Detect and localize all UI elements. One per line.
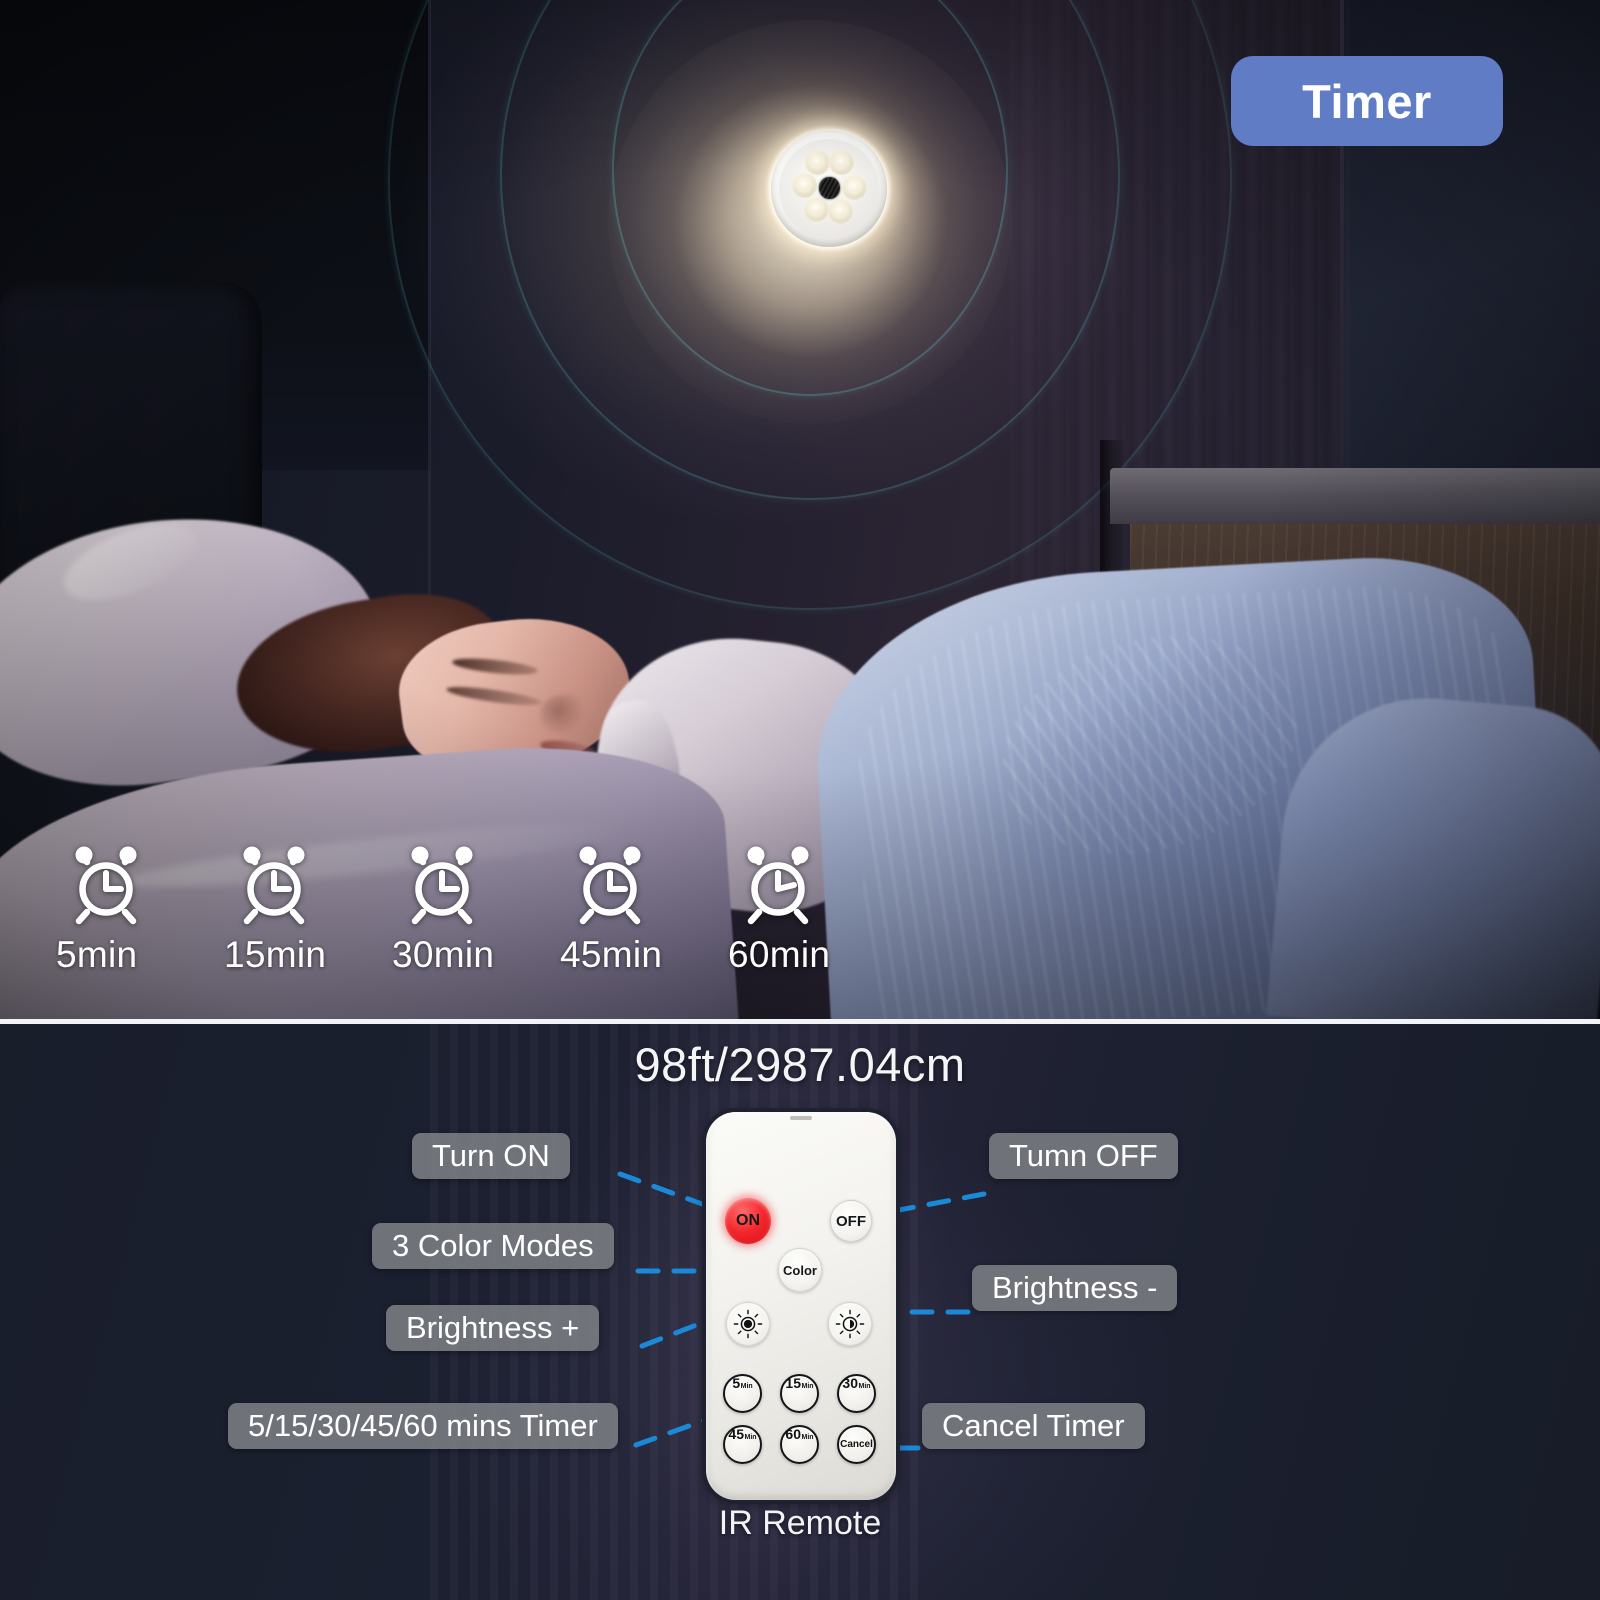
remote-timer-button-15min[interactable]: 15 Min [780, 1374, 819, 1413]
timer-preset-item: 60min [728, 845, 896, 1000]
timer-btn-num: Cancel [840, 1438, 873, 1450]
timer-btn-unit: Min [801, 1434, 814, 1441]
remote-timer-button-30min[interactable]: 30 Min [837, 1374, 876, 1413]
timer-btn-unit: Min [801, 1383, 814, 1390]
remote-brightness-up-button[interactable] [726, 1302, 770, 1346]
timer-preset-label: 45min [560, 934, 663, 975]
timer-btn-num: 45 [728, 1426, 744, 1442]
alarm-clock-icon [568, 845, 652, 925]
remote-caption: IR Remote [718, 1504, 882, 1542]
remote-brightness-down-button[interactable] [828, 1302, 872, 1346]
alarm-clock-icon [736, 845, 820, 925]
remote-timer-button-60min[interactable]: 60 Min [780, 1425, 819, 1464]
alarm-clock-icon [232, 845, 316, 925]
timer-preset-item: 15min [224, 845, 392, 1000]
timer-btn-num: 5 [732, 1375, 741, 1391]
alarm-clock-icon [64, 845, 148, 925]
timer-btn-unit: Min [740, 1383, 753, 1390]
range-title: 98ft/2987.04cm [634, 1038, 966, 1091]
alarm-clock-icon [400, 845, 484, 925]
timer-badge-label: Timer [1302, 74, 1432, 128]
timer-preset-item: 30min [392, 845, 560, 1000]
infographic-stage: Timer 5min 15min 30min 45min 60min ON OF… [0, 0, 1600, 1600]
timer-btn-num: 60 [785, 1426, 801, 1442]
timer-btn-unit: Min [858, 1383, 871, 1390]
timer-preset-label: 30min [392, 934, 495, 975]
remote-off-button[interactable]: OFF [830, 1200, 872, 1242]
timer-badge: Timer [1231, 56, 1503, 146]
timer-btn-unit: Min [744, 1434, 757, 1441]
callout-cancel-timer: Cancel Timer [922, 1403, 1145, 1449]
brightness-low-icon [835, 1309, 865, 1339]
remote-color-label: Color [783, 1262, 817, 1278]
callout-color-modes: 3 Color Modes [372, 1223, 614, 1269]
callout-turn-on: Turn ON [412, 1133, 570, 1179]
remote-ir-emitter [790, 1116, 812, 1120]
callout-turn-off: Tumn OFF [989, 1133, 1178, 1179]
timer-preset-label: 5min [56, 934, 138, 975]
timer-preset-label: 15min [224, 934, 327, 975]
remote-off-label: OFF [836, 1212, 866, 1230]
bedroom-scene-panel: Timer 5min 15min 30min 45min 60min [0, 0, 1600, 1022]
remote-color-button[interactable]: Color [778, 1248, 822, 1292]
callout-timer-presets: 5/15/30/45/60 mins Timer [228, 1403, 618, 1449]
timer-btn-num: 15 [785, 1375, 801, 1391]
timer-btn-num: 30 [842, 1375, 858, 1391]
timer-preset-label: 60min [728, 934, 831, 975]
remote-timer-button-45min[interactable]: 45 Min [723, 1425, 762, 1464]
timer-preset-item: 5min [56, 845, 224, 1000]
remote-on-label: ON [736, 1212, 760, 1229]
brightness-high-icon [733, 1309, 763, 1339]
remote-cancel-button[interactable]: Cancel [837, 1425, 876, 1464]
timer-preset-item: 45min [560, 845, 728, 1000]
ir-remote: ON OFF Color 5 Min 15 Min 30 Min 45 Min … [706, 1112, 896, 1500]
callout-brightness-up: Brightness + [386, 1305, 600, 1351]
callout-brightness-down: Brightness - [972, 1265, 1178, 1311]
remote-on-button[interactable]: ON [725, 1198, 771, 1244]
timer-preset-row: 5min 15min 30min 45min 60min [56, 845, 916, 1000]
remote-timer-button-5min[interactable]: 5 Min [723, 1374, 762, 1413]
